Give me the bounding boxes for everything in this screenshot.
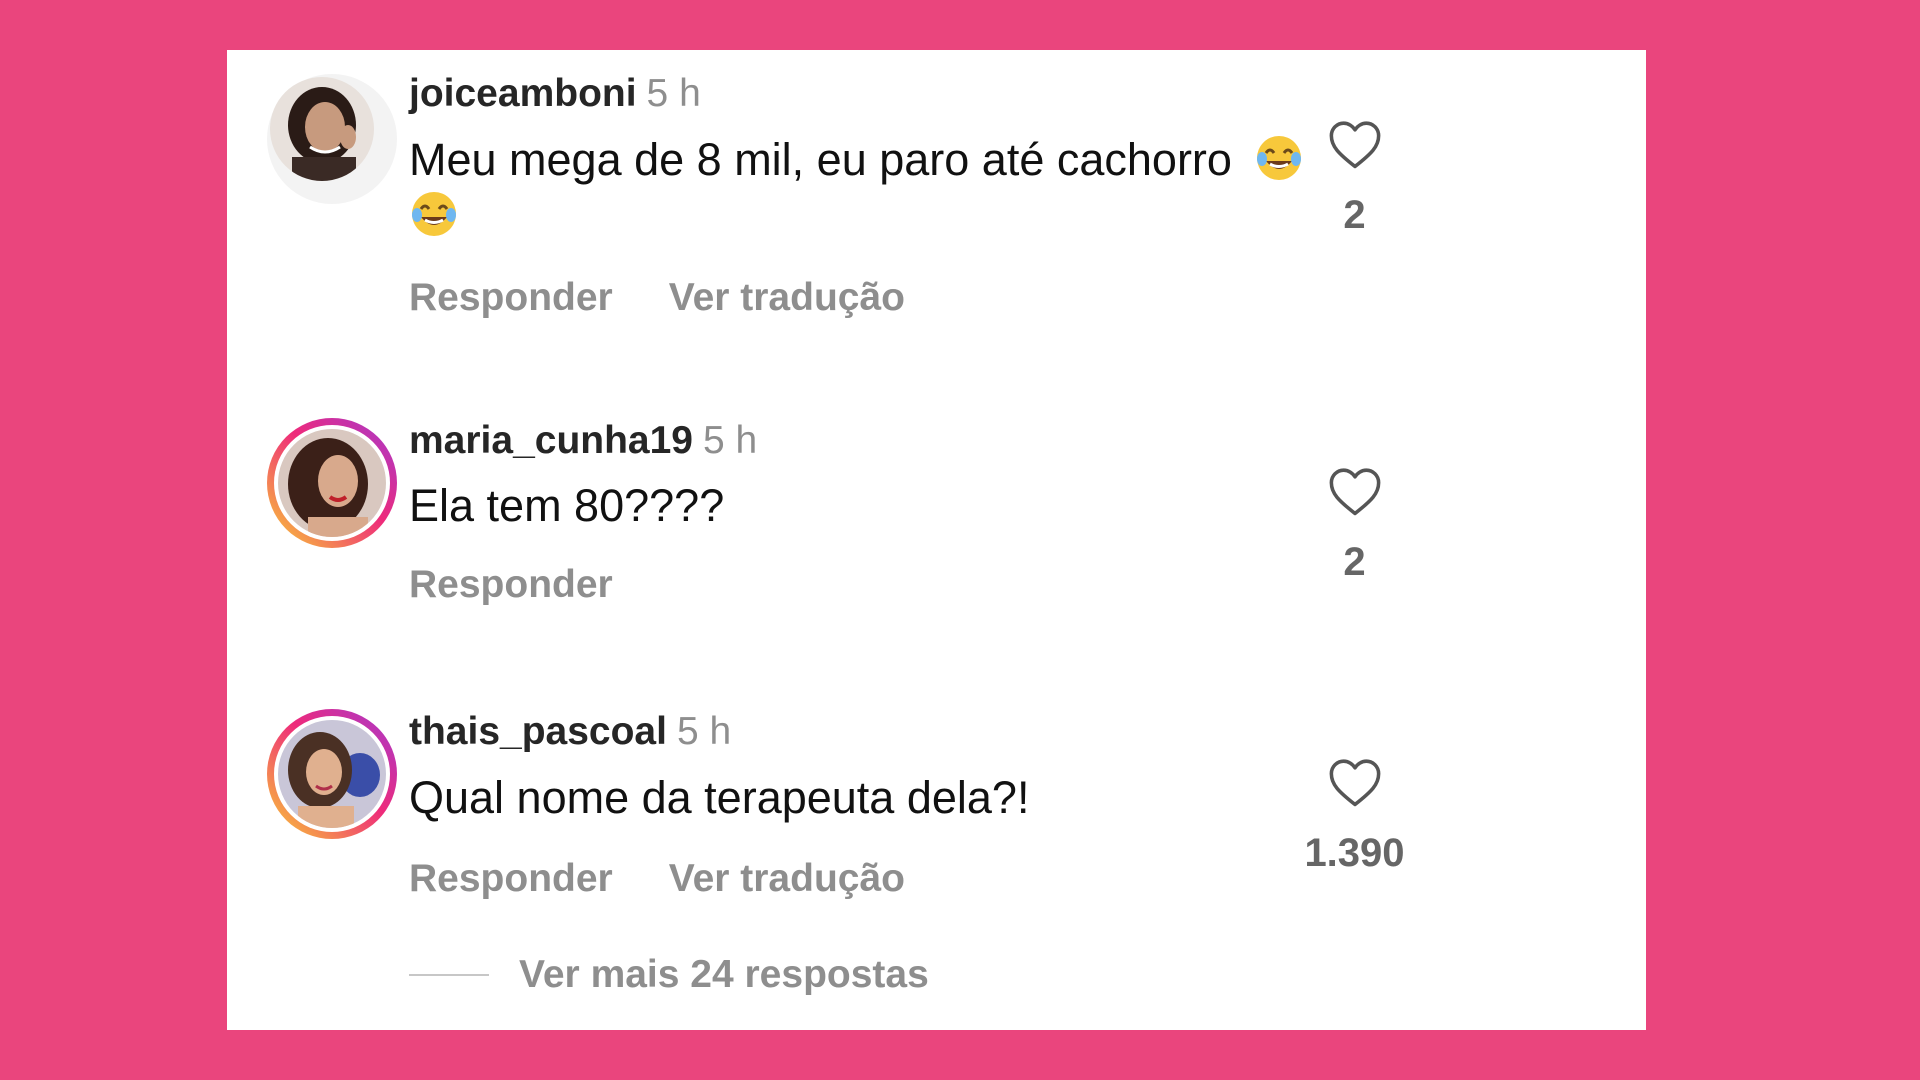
like-count: 2 — [1343, 540, 1366, 584]
replies-divider — [409, 974, 489, 976]
reply-button[interactable]: Responder — [409, 275, 613, 321]
see-translation-button[interactable]: Ver tradução — [669, 275, 905, 321]
see-translation-button[interactable]: Ver tradução — [669, 856, 905, 902]
face-with-tears-of-joy-emoji — [409, 189, 459, 239]
view-more-replies[interactable]: Ver mais 24 respostas — [409, 953, 929, 997]
like-control: 2 — [1267, 465, 1442, 585]
heart-outline-icon[interactable] — [1326, 465, 1384, 517]
avatar-image — [270, 77, 374, 181]
reply-button[interactable]: Responder — [409, 856, 613, 902]
comment-body: Meu mega de 8 mil, eu paro até cachorro — [409, 134, 1232, 185]
comment-header: joiceamboni 5 h — [409, 71, 701, 117]
username[interactable]: thais_pascoal — [409, 710, 667, 753]
comments-card: joiceamboni 5 h Meu mega de 8 mil, eu par… — [227, 50, 1646, 1030]
comment-actions: Responder — [409, 562, 613, 608]
comment-actions: Responder Ver tradução — [409, 275, 905, 321]
avatar-image — [278, 720, 386, 828]
comment-actions: Responder Ver tradução — [409, 856, 905, 902]
comment-header: maria_cunha19 5 h — [409, 418, 757, 464]
username[interactable]: maria_cunha19 — [409, 419, 693, 462]
comment-body: Ela tem 80???? — [409, 480, 725, 531]
view-more-replies-label: Ver mais 24 respostas — [519, 953, 929, 996]
comment-body: Qual nome da terapeuta dela?! — [409, 772, 1030, 823]
avatar[interactable] — [267, 709, 397, 839]
like-count: 2 — [1343, 193, 1366, 237]
like-control: 2 — [1267, 118, 1442, 238]
avatar[interactable] — [267, 74, 397, 204]
avatar[interactable] — [267, 418, 397, 548]
comment-text: Qual nome da terapeuta dela?! — [409, 770, 1409, 826]
reply-button[interactable]: Responder — [409, 562, 613, 608]
username[interactable]: joiceamboni — [409, 72, 637, 115]
avatar-image — [278, 429, 386, 537]
like-count: 1.390 — [1304, 831, 1405, 875]
comment-header: thais_pascoal 5 h — [409, 709, 731, 755]
comment-text: Meu mega de 8 mil, eu paro até cachorro — [409, 132, 1409, 244]
comment-text: Ela tem 80???? — [409, 478, 1409, 534]
timestamp: 5 h — [646, 72, 701, 115]
heart-outline-icon[interactable] — [1326, 756, 1384, 808]
heart-outline-icon[interactable] — [1326, 118, 1384, 170]
timestamp: 5 h — [703, 419, 758, 462]
like-control: 1.390 — [1267, 756, 1442, 876]
timestamp: 5 h — [676, 710, 732, 753]
